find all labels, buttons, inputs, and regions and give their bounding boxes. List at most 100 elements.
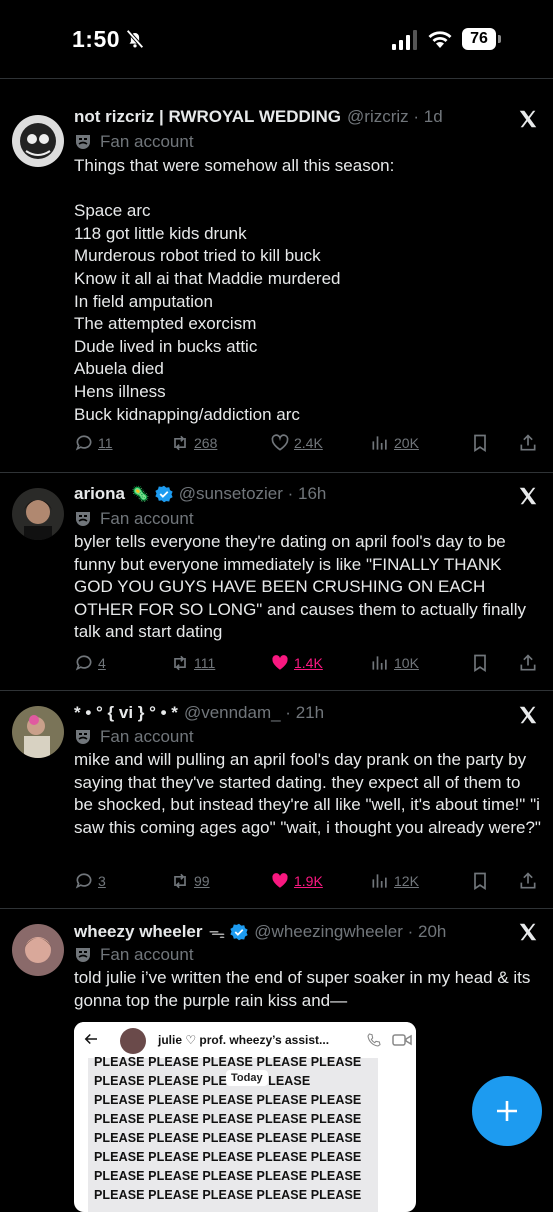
avatar[interactable] <box>12 924 64 976</box>
reply-icon <box>75 435 92 451</box>
battery-level: 76 <box>462 28 496 50</box>
chat-messages: PLEASE PLEASE PLEASE PLEASE PLEASE PLEAS… <box>88 1055 378 1212</box>
views-count: 20K <box>394 435 419 451</box>
message-line: PLEASE PLEASE PLE ASE PLEASE <box>94 1074 311 1088</box>
theater-mask-icon <box>76 512 90 526</box>
repost-icon <box>174 435 186 451</box>
heart-filled-icon <box>272 655 288 670</box>
fan-account-label: Fan account <box>74 945 194 965</box>
tweet-header: not rizcriz | RWROYAL WEDDING @rizcriz ·… <box>74 107 443 127</box>
like-button[interactable]: 1.4K <box>270 653 323 673</box>
repost-count: 99 <box>194 873 210 889</box>
verified-badge-icon <box>230 923 248 940</box>
avatar <box>120 1028 146 1054</box>
status-time: 1:50 <box>72 26 121 52</box>
theater-mask-icon <box>76 948 90 962</box>
share-icon[interactable] <box>518 871 538 891</box>
bookmark-icon[interactable] <box>470 433 490 453</box>
share-icon[interactable] <box>518 433 538 453</box>
back-arrow-icon <box>84 1033 97 1045</box>
repost-count: 111 <box>194 655 216 671</box>
message-line: PLEASE PLEASE PLEASE PLEASE PLEASE <box>94 1093 362 1107</box>
verified-badge-icon <box>155 485 173 503</box>
tweet-text: Things that were somehow all this season… <box>74 156 395 424</box>
x-logo-icon <box>519 706 537 724</box>
video-call-icon <box>392 1034 412 1046</box>
reply-icon <box>75 873 92 889</box>
theater-mask-icon <box>76 730 90 744</box>
fan-account-label: Fan account <box>74 132 194 152</box>
avatar[interactable] <box>12 115 64 167</box>
avatar[interactable] <box>12 488 64 540</box>
analytics-icon <box>372 874 387 888</box>
reply-count: 4 <box>98 655 106 671</box>
handle[interactable]: @venndam_ · 21h <box>184 703 324 723</box>
name-emoji: 🦠 <box>131 486 150 503</box>
display-name[interactable]: not rizcriz | RWROYAL WEDDING <box>74 107 341 127</box>
bell-off-icon <box>126 29 144 49</box>
tweet-text: told julie i’ve written the end of super… <box>74 968 536 1010</box>
reply-count: 11 <box>98 435 113 451</box>
views-button[interactable]: 10K <box>370 653 419 673</box>
bookmark-icon[interactable] <box>470 653 490 673</box>
repost-count: 268 <box>194 435 218 451</box>
chat-title: julie ♡ prof. wheezy’s assist... <box>158 1033 330 1047</box>
heart-icon <box>271 434 289 451</box>
compose-post-button[interactable] <box>472 1076 542 1146</box>
handle[interactable]: @wheezingwheeler · 20h <box>254 922 446 942</box>
reply-button[interactable]: 11 <box>74 433 113 453</box>
reply-icon <box>75 655 92 671</box>
fan-account-text: Fan account <box>100 132 194 151</box>
fan-account-text: Fan account <box>100 509 194 528</box>
repost-icon <box>174 873 186 889</box>
repost-button[interactable]: 268 <box>170 433 217 453</box>
divider <box>0 78 553 79</box>
reply-button[interactable]: 4 <box>74 653 106 673</box>
tweet-header: * • ° { vi } ° • * @venndam_ · 21h <box>74 703 324 723</box>
repost-icon <box>174 655 186 671</box>
x-logo-icon <box>519 487 537 505</box>
views-count: 10K <box>394 655 419 671</box>
like-count: 1.9K <box>294 873 323 889</box>
cellular-signal-icon <box>392 30 417 50</box>
message-line: PLEASE PLEASE PLEASE PLEASE PLEASE <box>94 1169 362 1183</box>
wifi-icon <box>428 31 452 48</box>
display-name[interactable]: wheezy wheeler <box>74 922 203 942</box>
like-count: 2.4K <box>294 435 323 451</box>
tweet-header: ariona 🦠 @sunsetozier · 16h <box>74 484 326 504</box>
repost-button[interactable]: 99 <box>170 871 210 891</box>
views-button[interactable]: 12K <box>370 871 419 891</box>
divider <box>0 690 553 691</box>
tweet-text: byler tells everyone they're dating on a… <box>74 532 531 642</box>
tweet-media-image[interactable]: julie ♡ prof. wheezy’s assist... PLEASE … <box>74 1022 416 1212</box>
like-button[interactable]: 1.9K <box>270 871 323 891</box>
message-line: PLEASE PLEASE PLEASE PLEASE PLEASE <box>94 1150 362 1164</box>
handle[interactable]: @sunsetozier · 16h <box>179 484 327 504</box>
avatar[interactable] <box>12 706 64 758</box>
fan-account-label: Fan account <box>74 727 194 747</box>
reply-button[interactable]: 3 <box>74 871 106 891</box>
bookmark-icon[interactable] <box>470 871 490 891</box>
display-name[interactable]: * • ° { vi } ° • * <box>74 703 178 723</box>
display-name[interactable]: ariona <box>74 484 125 504</box>
divider <box>0 908 553 909</box>
handle[interactable]: @rizcriz · 1d <box>347 107 443 127</box>
theater-mask-icon <box>76 135 90 149</box>
divider <box>0 472 553 473</box>
views-button[interactable]: 20K <box>370 433 419 453</box>
name-emoji: ᯓ <box>208 923 226 942</box>
like-button[interactable]: 2.4K <box>270 433 323 453</box>
fan-account-text: Fan account <box>100 945 194 964</box>
tweet-actions: 3 99 1.9K 12K <box>74 871 544 895</box>
analytics-icon <box>372 656 387 670</box>
analytics-icon <box>372 436 387 450</box>
tweet-header: wheezy wheeler ᯓ @wheezingwheeler · 20h <box>74 920 446 943</box>
tweet-actions: 4 111 1.4K 10K <box>74 653 544 677</box>
reply-count: 3 <box>98 873 106 889</box>
share-icon[interactable] <box>518 653 538 673</box>
x-logo-icon <box>519 110 537 128</box>
repost-button[interactable]: 111 <box>170 653 215 673</box>
tweet-actions: 11 268 2.4K 20K <box>74 433 544 457</box>
battery-tip <box>498 35 501 43</box>
phone-icon <box>367 1033 381 1047</box>
